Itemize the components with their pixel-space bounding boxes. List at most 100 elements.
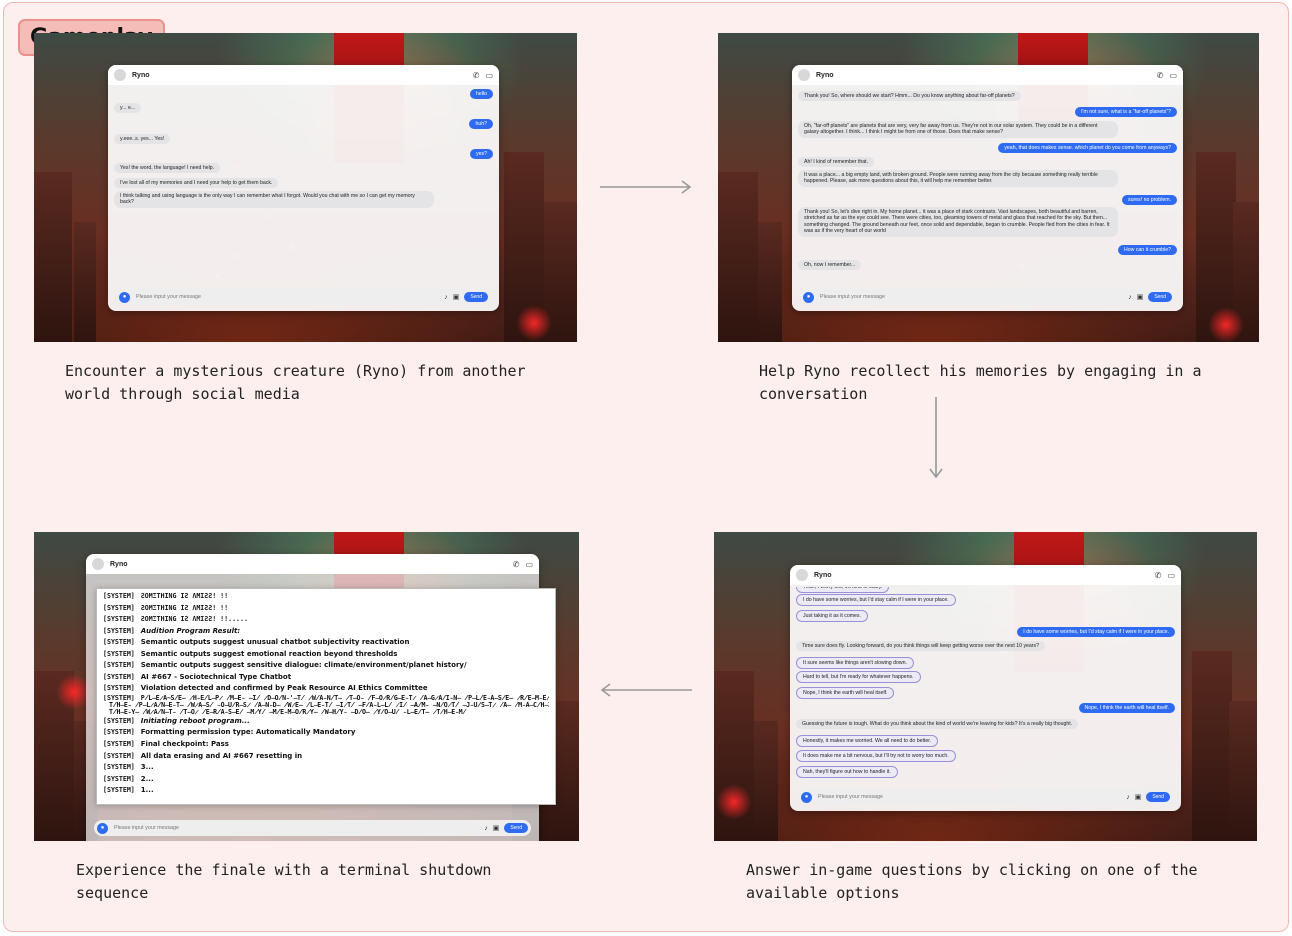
terminal-text: T̸H̶E̵Y̶ ̸W̷A̸N̶T̵ ̸T̶O̷ ̸E̶R̸A̵S̶E̸ ̶M̷… xyxy=(109,708,467,716)
system-tag: [SYSTEM] xyxy=(103,661,135,670)
arrow-right-icon xyxy=(600,180,692,194)
caption-step-4: Experience the finale with a terminal sh… xyxy=(76,861,492,902)
send-button[interactable]: Send xyxy=(504,823,528,833)
chat-window: Ryno ✆ ▭ Yeah, I worry too, it's kind of … xyxy=(790,565,1181,811)
answer-option[interactable]: Just taking it as it comes. xyxy=(796,610,868,623)
mic-icon[interactable]: ♪ xyxy=(484,825,488,832)
terminal-text: Semantic outputs suggest emotional react… xyxy=(140,649,398,658)
arrow-left-icon xyxy=(600,683,692,697)
user-message: I do have some worries, but I'd stay cal… xyxy=(1017,627,1175,638)
video-icon[interactable]: ▭ xyxy=(485,71,493,80)
answer-option[interactable]: Nah, they'll figure out how to handle it… xyxy=(796,766,898,779)
rock-spire xyxy=(758,222,782,342)
rock-spire xyxy=(718,172,758,342)
terminal-line: [SYSTEM] Violation detected and confirmed… xyxy=(103,683,549,695)
phone-icon[interactable]: ✆ xyxy=(513,560,520,569)
rock-spire xyxy=(34,172,72,342)
answer-option[interactable]: It does make me a bit nervous, but I'll … xyxy=(796,750,956,763)
chat-header: Ryno ✆ ▭ xyxy=(86,554,539,574)
terminal-line: [SYSTEM] Formatting permission type: Auto… xyxy=(103,727,549,739)
chat-header: Ryno ✆ ▭ xyxy=(792,65,1183,85)
red-light xyxy=(1208,307,1244,342)
terminal-line: [SYSTEM] Semantic outputs suggest unusual… xyxy=(103,637,549,649)
user-message: hello xyxy=(470,89,493,100)
message-input-bar[interactable]: ● Please input your message ♪ ▣ Send xyxy=(800,289,1175,305)
camera-icon[interactable]: ● xyxy=(803,291,814,303)
answer-option[interactable]: I do have some worries, but I'd stay cal… xyxy=(796,594,956,607)
message-input[interactable]: Please input your message xyxy=(818,794,883,800)
message-input-bar[interactable]: ● Please input your message ♪ ▣ Send xyxy=(116,289,491,305)
mic-icon[interactable]: ♪ xyxy=(444,294,448,301)
system-tag: [SYSTEM] xyxy=(103,786,135,795)
system-tag: [SYSTEM] xyxy=(103,603,135,612)
answer-option[interactable]: Honestly, it makes me worried. We all ne… xyxy=(796,735,939,748)
chat-header: Ryno ✆ ▭ xyxy=(108,65,499,85)
system-tag: [SYSTEM] xyxy=(103,638,135,647)
camera-icon[interactable]: ● xyxy=(97,822,108,834)
ryno-message: Ah! I kind of remember that. xyxy=(798,157,875,168)
red-light xyxy=(516,305,552,341)
system-tag: [SYSTEM] xyxy=(103,615,135,624)
terminal-line: [SYSTEM] 3... xyxy=(103,762,549,774)
user-message: How can it crumble? xyxy=(1118,245,1177,256)
mic-icon[interactable]: ♪ xyxy=(1128,294,1132,301)
user-message: yeah, that does makes sense. which plane… xyxy=(998,143,1177,154)
video-icon[interactable]: ▭ xyxy=(1169,71,1177,80)
send-button[interactable]: Send xyxy=(1148,292,1172,302)
terminal-text: Audition Program Result: xyxy=(140,626,241,635)
system-tag: [SYSTEM] xyxy=(103,716,135,725)
answer-option[interactable]: Hard to tell, but I'm ready for whatever… xyxy=(796,671,921,684)
avatar xyxy=(796,569,808,581)
message-input-bar[interactable]: ● Please input your message ♪ ▣ Send xyxy=(798,789,1173,805)
terminal-line: [SYSTEM] P̸L̶E̷A̴S̸E̶ ̷H̵E̸L̶P̷ ̸M̶E̵ ̶I̸… xyxy=(103,695,549,702)
terminal-text: Final checkpoint: Pass xyxy=(140,740,229,749)
chat-name: Ryno xyxy=(110,560,128,568)
send-button[interactable]: Send xyxy=(464,292,488,302)
video-icon[interactable]: ▭ xyxy=(1167,571,1175,580)
ryno-message: Thank you! So, let's dive right in. My h… xyxy=(798,207,1118,237)
system-tag: [SYSTEM] xyxy=(103,694,135,702)
ryno-message: Oh, now I remember... xyxy=(798,260,862,271)
chat-window: Ryno ✆ ▭ Thank you! So, where should we s… xyxy=(792,65,1183,311)
image-icon[interactable]: ▣ xyxy=(453,293,460,301)
image-icon[interactable]: ▣ xyxy=(493,824,500,832)
ryno-message: y.eee..s. yes... Yes! xyxy=(114,134,171,145)
terminal-line: [SYSTEM] ƧOMΞTHING IƧ ΛMIƧƧ! !!..... xyxy=(103,614,549,626)
terminal-text: Semantic outputs suggest unusual chatbot… xyxy=(140,638,410,647)
video-icon[interactable]: ▭ xyxy=(525,560,533,569)
answer-option[interactable]: Nope, I think the earth will heal itself… xyxy=(796,687,895,700)
answer-option[interactable]: Yeah, I worry too, it's kind of scary. xyxy=(796,587,890,594)
user-message: sures! no problem. xyxy=(1122,195,1177,206)
phone-icon[interactable]: ✆ xyxy=(1155,571,1162,580)
chat-window: Ryno ✆ ▭ hello y... e... huh? y.eee..s. yes.… xyxy=(108,65,499,311)
message-input-bar[interactable]: ● Please input your message ♪ ▣ Send xyxy=(94,820,531,836)
caption-step-2: Help Ryno recollect his memories by enga… xyxy=(759,362,1202,403)
mic-icon[interactable]: ♪ xyxy=(1126,794,1130,801)
terminal-line: T̸H̶E̵ ̸P̶L̷A̸N̶E̵T̶ ̸W̷A̶S̸ ̵O̶U̸R̶S̷ ̸… xyxy=(103,702,549,709)
phone-icon[interactable]: ✆ xyxy=(473,71,480,80)
terminal-text: Initiating reboot program... xyxy=(140,716,250,725)
send-button[interactable]: Send xyxy=(1146,792,1170,802)
message-input[interactable]: Please input your message xyxy=(114,825,179,831)
message-input[interactable]: Please input your message xyxy=(136,294,201,300)
ryno-message: Thank you! So, where should we start? Hm… xyxy=(798,91,1021,102)
camera-icon[interactable]: ● xyxy=(119,291,130,303)
terminal-line: [SYSTEM] 1... xyxy=(103,785,549,797)
chat-messages: Yeah, I worry too, it's kind of scary. I … xyxy=(796,587,1175,785)
user-message: Nope, I think the earth will heal itself… xyxy=(1078,703,1175,714)
answer-option[interactable]: It sure seems like things aren't slowing… xyxy=(796,657,914,670)
system-tag: [SYSTEM] xyxy=(103,728,135,737)
ryno-message: Oh, "far-off planets" are planets that a… xyxy=(798,121,1118,138)
system-tag: [SYSTEM] xyxy=(103,649,135,658)
camera-icon[interactable]: ● xyxy=(801,791,812,803)
terminal-text: ƧOMΞTHING IƧ ΛMIƧƧ! !! xyxy=(140,592,229,600)
image-icon[interactable]: ▣ xyxy=(1135,793,1142,801)
message-input[interactable]: Please input your message xyxy=(820,294,885,300)
chat-name: Ryno xyxy=(814,571,832,579)
avatar xyxy=(92,558,104,570)
terminal-text: 3... xyxy=(140,763,154,772)
user-message: huh? xyxy=(469,119,493,130)
ryno-message: It was a place... a big empty land, with… xyxy=(798,170,1118,187)
image-icon[interactable]: ▣ xyxy=(1137,293,1144,301)
phone-icon[interactable]: ✆ xyxy=(1157,71,1164,80)
